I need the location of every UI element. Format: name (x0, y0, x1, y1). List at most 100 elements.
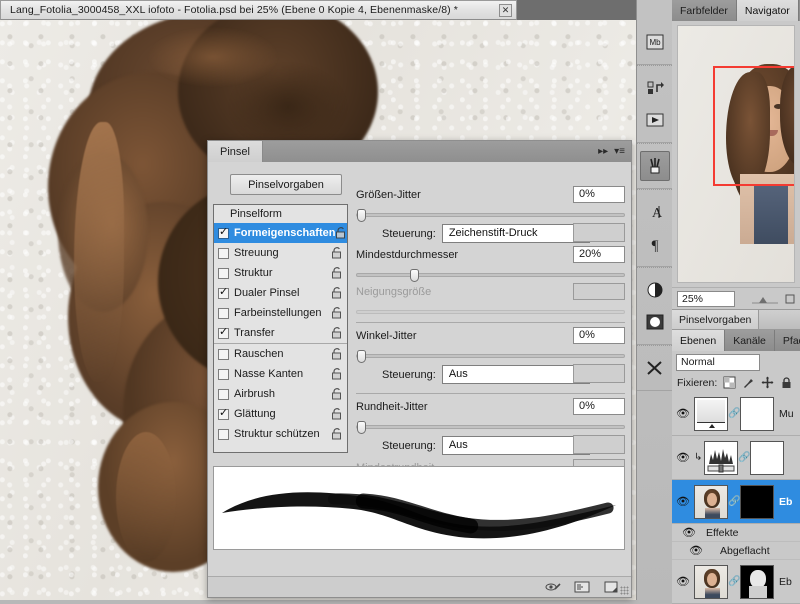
collapse-icon[interactable]: ▸▸ (598, 146, 608, 157)
layer-thumbnail[interactable] (694, 396, 728, 431)
brush-icon[interactable] (639, 151, 670, 181)
layer-thumbnail[interactable] (694, 564, 728, 599)
toggle-brush-preview-icon[interactable] (545, 580, 561, 594)
lock-move-icon[interactable] (761, 376, 774, 389)
resize-grip[interactable] (620, 586, 629, 595)
min-diameter-value[interactable]: 20% (573, 246, 625, 263)
new-brush-preset-icon[interactable] (574, 580, 590, 594)
layer-effects-row[interactable]: 👁 Effekte (672, 524, 800, 542)
visibility-icon[interactable]: 👁 (672, 407, 694, 420)
link-icon[interactable]: 🔗 (738, 452, 750, 463)
masks-icon[interactable] (640, 307, 670, 337)
lock-icon[interactable] (331, 287, 343, 299)
close-icon[interactable]: ✕ (499, 3, 512, 17)
lock-icon[interactable] (331, 307, 343, 319)
layer-effect-item[interactable]: 👁 Abgeflacht (672, 542, 800, 560)
link-icon[interactable]: 🔗 (728, 408, 740, 419)
angle-control-select[interactable]: Aus (441, 365, 590, 384)
brush-option-rauschen[interactable]: Rauschen (214, 343, 347, 364)
navigator-view-rect[interactable] (713, 66, 794, 186)
tab-farbfelder[interactable]: Farbfelder (672, 0, 737, 21)
zoom-slider-controls[interactable] (750, 293, 795, 305)
brush-option-dualer-pinsel[interactable]: Dualer Pinsel (214, 283, 347, 303)
tab-pinselvorgaben[interactable]: Pinselvorgaben (672, 310, 760, 329)
checkbox-icon[interactable] (218, 267, 229, 279)
create-new-brush-icon[interactable] (603, 580, 619, 594)
tab-navigator[interactable]: Navigator (736, 0, 799, 21)
lock-transparency-icon[interactable] (723, 376, 736, 389)
lock-icon[interactable] (331, 267, 343, 279)
visibility-icon[interactable]: 👁 (672, 544, 720, 557)
tab-ebenen[interactable]: Ebenen (672, 330, 726, 351)
angle-control-extra-field[interactable] (573, 364, 625, 383)
navigator-preview[interactable] (672, 21, 800, 287)
lock-paint-icon[interactable] (742, 376, 755, 389)
brush-option-formeigenschaften[interactable]: Formeigenschaften (214, 223, 347, 243)
slider-knob[interactable] (357, 350, 366, 363)
mini-bridge-icon[interactable]: Mb (640, 27, 670, 57)
checkbox-icon[interactable] (218, 407, 229, 420)
brush-option-airbrush[interactable]: Airbrush (214, 384, 347, 404)
layer-mask-thumbnail[interactable] (750, 440, 785, 475)
size-control-select[interactable]: Zeichenstift-Druck (441, 224, 590, 243)
brush-option-streuung[interactable]: Streuung (214, 243, 347, 263)
layer-thumbnail[interactable] (704, 440, 739, 475)
layer-mask-thumbnail[interactable] (740, 484, 774, 519)
lock-icon[interactable] (331, 348, 343, 360)
size-jitter-slider[interactable] (356, 209, 625, 222)
table-row[interactable]: 👁 🔗 Mu (672, 392, 800, 436)
tool-presets-icon[interactable] (640, 353, 670, 383)
actions-play-icon[interactable] (640, 105, 670, 135)
table-row[interactable]: 👁 🔗 Eb (672, 560, 800, 604)
checkbox-icon[interactable] (218, 388, 229, 400)
min-diameter-slider[interactable] (356, 269, 625, 282)
table-row[interactable]: 👁 ↳ 🔗 (672, 436, 800, 480)
visibility-icon[interactable]: 👁 (672, 451, 694, 464)
document-titlebar[interactable]: Lang_Fotolia_3000458_XXL iofoto - Fotoli… (0, 0, 517, 20)
brush-option-struktur-schuetzen[interactable]: Struktur schützen (214, 424, 347, 444)
tab-kanaele[interactable]: Kanäle (725, 330, 775, 351)
checkbox-icon[interactable] (218, 286, 229, 299)
checkbox-icon[interactable] (218, 368, 229, 380)
lock-icon[interactable] (331, 247, 343, 259)
lock-icon[interactable] (331, 327, 343, 339)
paragraph-icon[interactable]: ¶ (640, 229, 670, 259)
blend-mode-select[interactable]: Normal (676, 354, 760, 371)
slider-knob[interactable] (357, 421, 366, 434)
lock-icon[interactable] (335, 227, 347, 239)
roundness-control-extra-field[interactable] (573, 435, 625, 454)
checkbox-icon[interactable] (218, 226, 229, 239)
roundness-control-select[interactable]: Aus (441, 436, 590, 455)
brush-option-farbeinstellungen[interactable]: Farbeinstellungen (214, 303, 347, 323)
layer-mask-thumbnail[interactable] (740, 396, 774, 431)
slider-knob[interactable] (410, 269, 420, 282)
adjustments-icon[interactable] (640, 275, 670, 305)
roundness-jitter-slider[interactable] (356, 421, 625, 434)
zoom-level-input[interactable]: 25% (677, 290, 735, 307)
size-control-extra-field[interactable] (573, 223, 625, 242)
brush-option-nasse-kanten[interactable]: Nasse Kanten (214, 364, 347, 384)
brush-option-transfer[interactable]: Transfer (214, 323, 347, 343)
tab-pfade[interactable]: Pfade (774, 330, 800, 351)
visibility-icon[interactable]: 👁 (672, 526, 706, 539)
checkbox-icon[interactable] (218, 428, 229, 440)
layer-thumbnail[interactable] (694, 484, 728, 519)
checkbox-icon[interactable] (218, 326, 229, 339)
brush-options-list[interactable]: Pinselform Formeigenschaften Streuung (213, 204, 348, 453)
size-jitter-value[interactable]: 0% (573, 186, 625, 203)
visibility-icon[interactable]: 👁 (672, 575, 694, 588)
history-icon[interactable] (640, 73, 670, 103)
checkbox-icon[interactable] (218, 247, 229, 259)
slider-knob[interactable] (357, 209, 366, 222)
checkbox-icon[interactable] (218, 307, 229, 319)
panel-menu-icon[interactable]: ▾≡ (614, 146, 625, 157)
lock-icon[interactable] (331, 368, 343, 380)
lock-icon[interactable] (331, 388, 343, 400)
brush-option-struktur[interactable]: Struktur (214, 263, 347, 283)
brush-presets-button[interactable]: Pinselvorgaben (230, 174, 342, 195)
link-icon[interactable]: 🔗 (728, 576, 740, 587)
angle-jitter-slider[interactable] (356, 350, 625, 363)
lock-icon[interactable] (331, 408, 343, 420)
roundness-jitter-value[interactable]: 0% (573, 398, 625, 415)
tab-pinsel[interactable]: Pinsel (208, 141, 263, 162)
